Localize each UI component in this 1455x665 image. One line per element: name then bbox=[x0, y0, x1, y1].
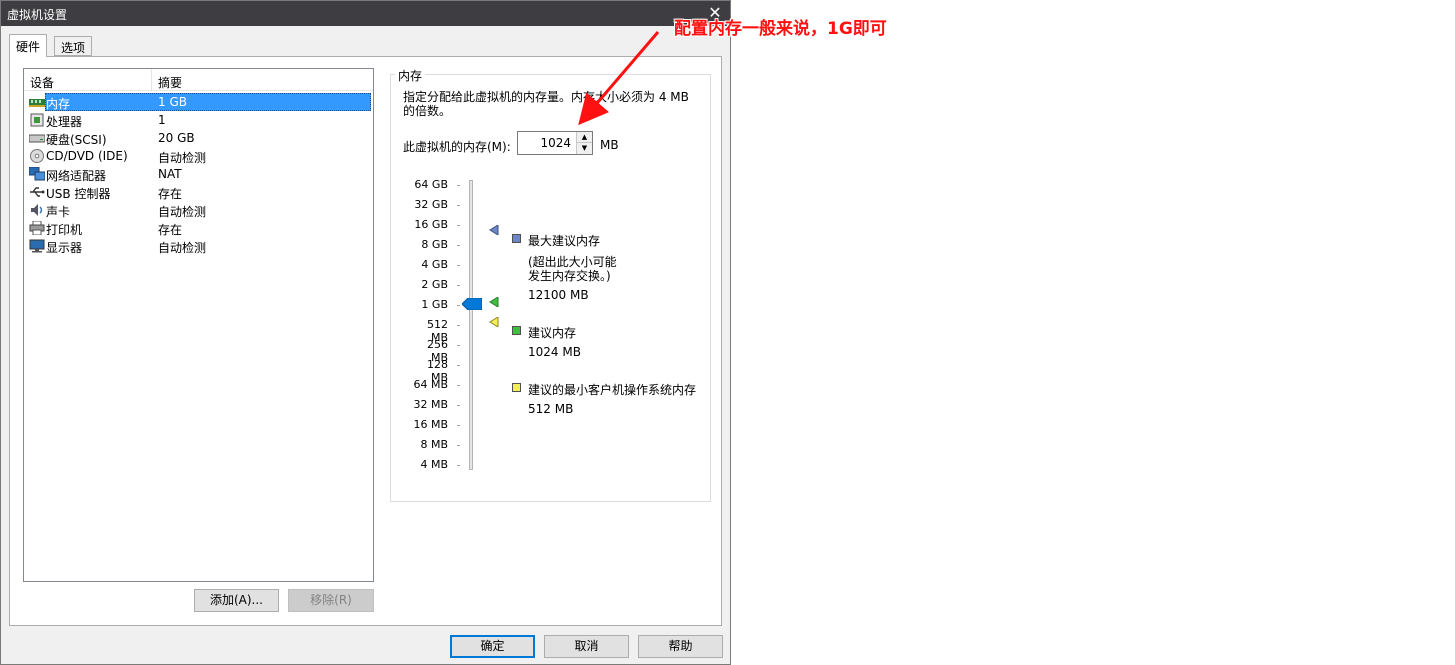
annotation-text: 配置内存一般来说，1G即可 bbox=[674, 19, 887, 39]
annotation-arrow-icon bbox=[578, 31, 660, 126]
